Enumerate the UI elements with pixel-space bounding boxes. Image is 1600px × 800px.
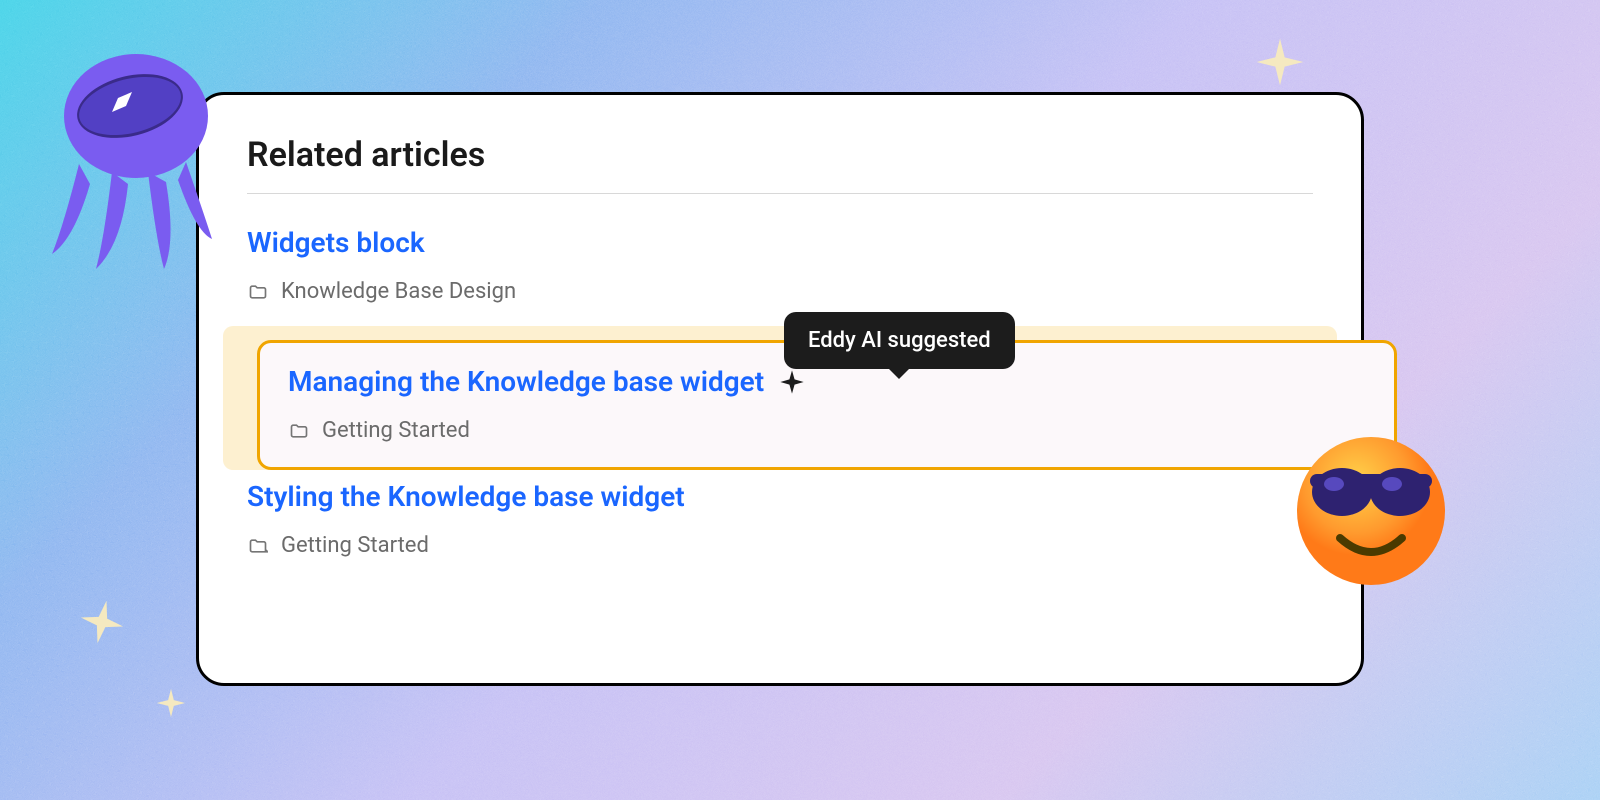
sparkle-icon (1252, 34, 1308, 90)
folder-icon (247, 536, 269, 556)
card-title: Related articles (247, 135, 1313, 194)
category-label: Knowledge Base Design (281, 279, 516, 304)
article-category: Knowledge Base Design (247, 279, 1313, 304)
sparkle-icon (71, 591, 133, 653)
article-link[interactable]: Styling the Knowledge base widget (247, 480, 1313, 513)
ai-suggested-tooltip: Eddy AI suggested (784, 312, 1015, 369)
article-title-text: Managing the Knowledge base widget (288, 365, 764, 398)
octopus-mascot-icon (44, 44, 214, 274)
article-item[interactable]: Styling the Knowledge base widget Gettin… (247, 474, 1313, 580)
related-articles-card: Related articles Widgets block Knowledge… (196, 92, 1364, 686)
article-link[interactable]: Widgets block (247, 226, 1313, 259)
folder-icon (288, 421, 310, 441)
category-label: Getting Started (322, 418, 470, 443)
folder-icon (247, 282, 269, 302)
article-title-text: Styling the Knowledge base widget (247, 480, 685, 513)
highlighted-article-container: Managing the Knowledge base widget Getti… (223, 326, 1337, 470)
article-link[interactable]: Managing the Knowledge base widget (288, 365, 1366, 398)
article-category: Getting Started (288, 418, 1366, 443)
sparkle-icon (154, 686, 188, 720)
article-category: Getting Started (247, 533, 1313, 558)
article-item[interactable]: Widgets block Knowledge Base Design (247, 220, 1313, 326)
ai-sparkle-icon (778, 368, 806, 396)
article-title-text: Widgets block (247, 226, 425, 259)
category-label: Getting Started (281, 533, 429, 558)
